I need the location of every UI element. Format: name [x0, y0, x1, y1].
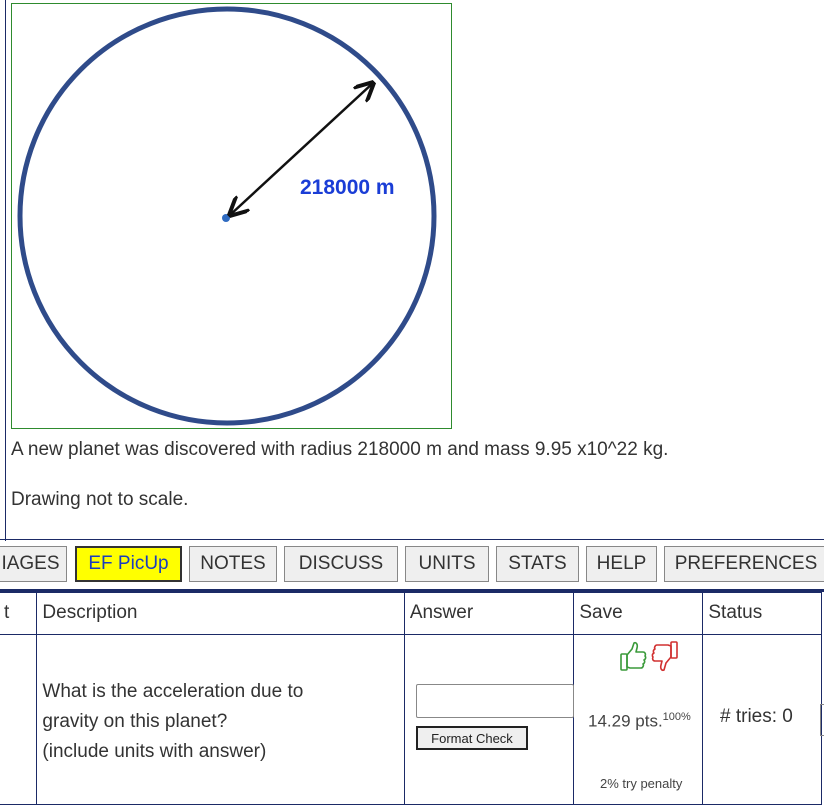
description-header: Description	[36, 592, 405, 635]
feedback-svg	[620, 641, 678, 672]
answer-input[interactable]	[416, 684, 574, 718]
points-display: 14.29 pts.100%	[588, 711, 691, 732]
status-header: Status	[702, 592, 822, 635]
feedback-icons	[618, 640, 682, 679]
radius-label: 218000 m	[300, 176, 395, 199]
save-header: Save	[573, 592, 704, 635]
points-percent: 100%	[662, 711, 691, 723]
question-line-2: gravity on this planet?	[42, 711, 228, 732]
tab-notes[interactable]: NOTES	[189, 546, 277, 582]
thumbs-up-icon[interactable]	[620, 641, 647, 671]
problem-figure: 218000 m	[11, 3, 452, 429]
tries-input-edge[interactable]	[820, 704, 824, 736]
tab-bar: IAGES EF PicUp NOTES DISCUSS UNITS STATS…	[0, 546, 824, 586]
part-cell	[0, 634, 38, 805]
problem-description: A new planet was discovered with radius …	[11, 439, 669, 460]
left-border	[5, 0, 6, 541]
tab-help[interactable]: HELP	[586, 546, 657, 582]
question-row: What is the acceleration due to gravity …	[0, 634, 822, 805]
question-cell: What is the acceleration due to gravity …	[36, 634, 405, 805]
tab-stats[interactable]: STATS	[496, 546, 579, 582]
tab-images[interactable]: IAGES	[0, 546, 67, 582]
part-header: t	[0, 592, 38, 635]
tab-units[interactable]: UNITS	[405, 546, 489, 582]
question-table: t Description Answer Save Status What is…	[0, 592, 822, 805]
format-check-button[interactable]: Format Check	[416, 726, 528, 750]
planet-diagram: 218000 m	[17, 6, 437, 426]
problem-note: Drawing not to scale.	[11, 489, 189, 510]
answer-header: Answer	[403, 592, 575, 635]
points-value: 14.29 pts.	[588, 711, 663, 731]
table-header-row: t Description Answer Save Status	[0, 592, 822, 635]
question-line-1: What is the acceleration due to	[42, 681, 304, 702]
tab-ef-picup[interactable]: EF PicUp	[75, 546, 182, 582]
thumbs-down-icon[interactable]	[651, 641, 678, 672]
tries-count: # tries: 0	[720, 706, 793, 727]
divider	[0, 539, 824, 540]
question-line-3: (include units with answer)	[42, 741, 267, 762]
try-penalty: 2% try penalty	[600, 776, 683, 791]
tab-preferences[interactable]: PREFERENCES	[664, 546, 824, 582]
tab-discuss[interactable]: DISCUSS	[284, 546, 398, 582]
center-point	[222, 214, 230, 222]
answer-cell	[403, 634, 575, 805]
